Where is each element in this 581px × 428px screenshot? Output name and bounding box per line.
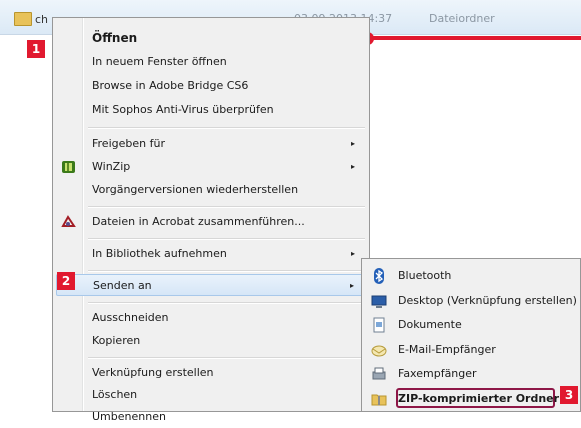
menu-item-label: Freigeben für: [92, 137, 165, 150]
winzip-icon: [62, 161, 75, 173]
menu-item-adobe-bridge[interactable]: Browse in Adobe Bridge CS6: [56, 75, 368, 97]
menu-item-label: Umbenennen: [92, 410, 166, 423]
mail-icon: [371, 345, 387, 357]
submenu-arrow-icon: ▸: [350, 139, 355, 148]
menu-item-label: In Bibliothek aufnehmen: [92, 247, 227, 260]
submenu-item-bluetooth[interactable]: Bluetooth: [365, 265, 579, 287]
bluetooth-icon: [374, 268, 384, 284]
menu-item-create-shortcut[interactable]: Verknüpfung erstellen: [56, 362, 368, 384]
menu-separator: [88, 357, 365, 359]
menu-separator: [88, 238, 365, 240]
step-badge-3: 3: [560, 386, 578, 404]
menu-item-label: Browse in Adobe Bridge CS6: [92, 79, 249, 92]
menu-item-add-to-library[interactable]: In Bibliothek aufnehmen ▸: [56, 243, 368, 265]
menu-item-copy[interactable]: Kopieren: [56, 330, 368, 352]
submenu-item-label: Dokumente: [398, 318, 462, 331]
folder-icon: [14, 12, 32, 26]
submenu-item-label: ZIP-komprimierter Ordner: [398, 392, 560, 405]
menu-item-restore-previous-versions[interactable]: Vorgängerversionen wiederherstellen: [56, 179, 368, 201]
annotation-line: [369, 36, 581, 40]
submenu-item-label: Desktop (Verknüpfung erstellen): [398, 294, 577, 307]
menu-item-label: Kopieren: [92, 334, 141, 347]
menu-item-open[interactable]: Öffnen: [56, 27, 368, 49]
menu-item-winzip[interactable]: WinZip ▸: [56, 156, 368, 178]
send-to-submenu: Bluetooth Desktop (Verknüpfung erstellen…: [361, 258, 581, 412]
menu-item-label: Öffnen: [92, 31, 138, 45]
file-name: ch: [35, 13, 49, 26]
step-badge-1: 1: [27, 40, 45, 58]
documents-icon: [373, 317, 385, 333]
menu-item-open-new-window[interactable]: In neuem Fenster öffnen: [56, 51, 368, 73]
menu-item-label: Verknüpfung erstellen: [92, 366, 214, 379]
menu-item-label: In neuem Fenster öffnen: [92, 55, 227, 68]
menu-item-sophos-scan[interactable]: Mit Sophos Anti-Virus überprüfen: [56, 99, 368, 121]
step-badge-2: 2: [57, 272, 75, 290]
context-menu: Öffnen In neuem Fenster öffnen Browse in…: [52, 17, 370, 423]
submenu-arrow-icon: ▸: [350, 162, 355, 171]
menu-item-label: WinZip: [92, 160, 131, 173]
menu-item-send-to[interactable]: Senden an ▸: [56, 274, 368, 296]
menu-item-rename[interactable]: Umbenennen: [56, 406, 368, 428]
submenu-item-fax-recipient[interactable]: Faxempfänger: [365, 363, 579, 385]
desktop-icon: [371, 295, 387, 308]
menu-item-label: Mit Sophos Anti-Virus überprüfen: [92, 103, 274, 116]
menu-item-acrobat-combine[interactable]: Dateien in Acrobat zusammenführen...: [56, 211, 368, 233]
submenu-item-label: Bluetooth: [398, 269, 452, 282]
submenu-item-label: E-Mail-Empfänger: [398, 343, 496, 356]
menu-separator: [88, 302, 365, 304]
fax-icon: [372, 367, 386, 380]
submenu-item-email-recipient[interactable]: E-Mail-Empfänger: [365, 339, 579, 361]
submenu-item-documents[interactable]: Dokumente: [365, 314, 579, 336]
menu-item-label: Ausschneiden: [92, 311, 169, 324]
menu-item-share-with[interactable]: Freigeben für ▸: [56, 133, 368, 155]
menu-item-label: Senden an: [93, 279, 152, 292]
submenu-arrow-icon: ▸: [350, 249, 355, 258]
menu-item-label: Vorgängerversionen wiederherstellen: [92, 183, 299, 196]
menu-item-cut[interactable]: Ausschneiden: [56, 307, 368, 329]
menu-separator: [88, 127, 365, 129]
submenu-item-zip-folder[interactable]: ZIP-komprimierter Ordner: [365, 388, 579, 410]
file-type: Dateiordner: [429, 12, 495, 25]
menu-item-label: Dateien in Acrobat zusammenführen...: [92, 215, 305, 228]
submenu-item-label: Faxempfänger: [398, 367, 477, 380]
submenu-arrow-icon: ▸: [349, 281, 354, 290]
zip-folder-icon: [371, 394, 387, 406]
submenu-item-desktop[interactable]: Desktop (Verknüpfung erstellen): [365, 290, 579, 312]
acrobat-icon: [61, 215, 76, 227]
menu-separator: [88, 270, 365, 272]
menu-separator: [88, 206, 365, 208]
menu-item-delete[interactable]: Löschen: [56, 384, 368, 406]
menu-item-label: Löschen: [92, 388, 138, 401]
